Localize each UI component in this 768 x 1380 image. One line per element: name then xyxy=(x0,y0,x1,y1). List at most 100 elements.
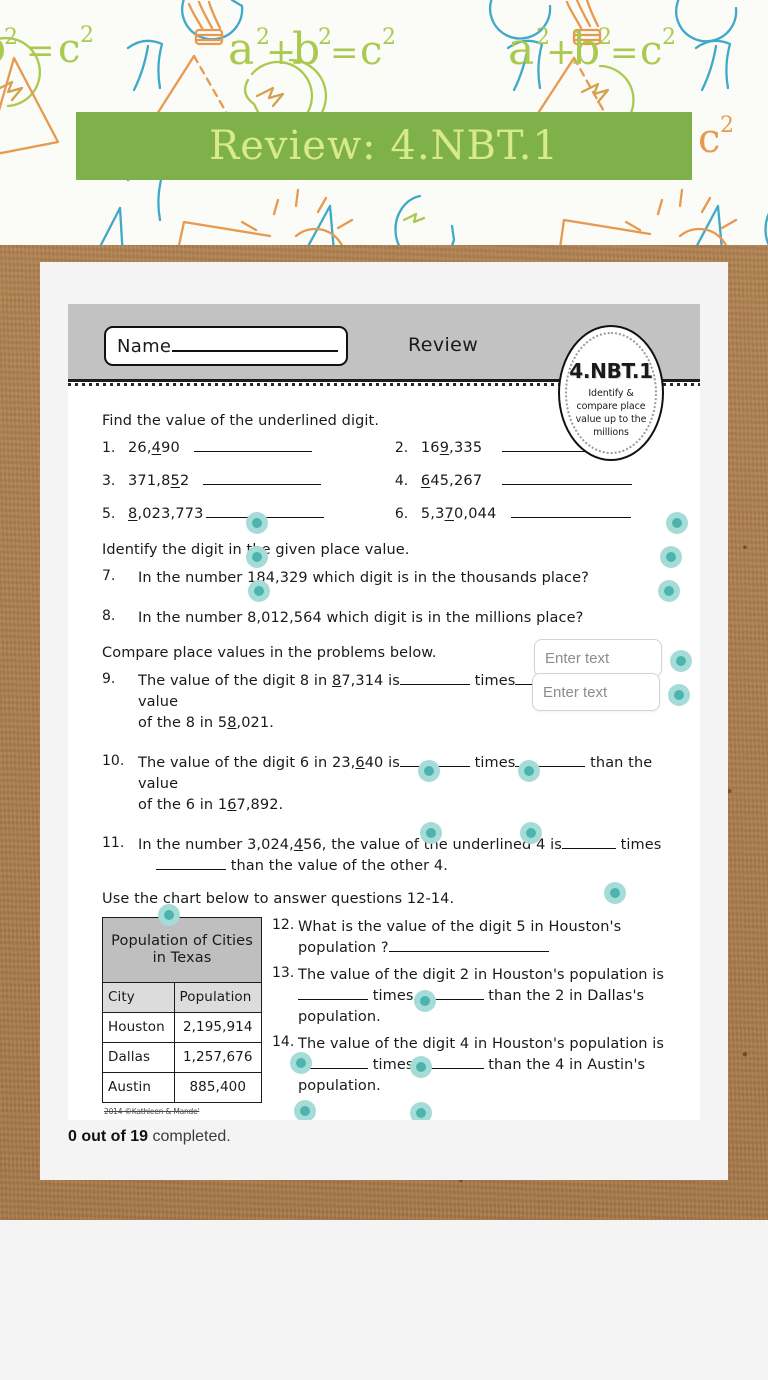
answer-dot-5[interactable] xyxy=(248,580,270,602)
table-row: Houston 2,195,914 xyxy=(102,1011,263,1043)
column-header-population: Population xyxy=(173,981,263,1013)
problem-number: 13. xyxy=(272,965,295,981)
problem-8: 8. In the number 8,012,564 which digit i… xyxy=(102,608,678,629)
worksheet-body: Find the value of the underlined digit. … xyxy=(68,387,700,1116)
svg-text:2: 2 xyxy=(80,23,94,48)
population-chart-area: Population of Cities in Texas City Popul… xyxy=(102,917,678,1116)
svg-text:2: 2 xyxy=(382,25,396,50)
answer-dot-13a[interactable] xyxy=(290,1052,312,1074)
section-4-heading: Use the chart below to answer questions … xyxy=(102,891,455,907)
population-table: Population of Cities in Texas City Popul… xyxy=(102,917,263,1104)
problem-12: 12. What is the value of the digit 5 in … xyxy=(272,917,678,959)
name-label: Name xyxy=(117,335,172,357)
problem-text: In the number 184,329 which digit is in … xyxy=(138,570,589,586)
standard-badge-inner: 4.NBT.1 Identify & compare place value u… xyxy=(565,332,657,454)
answer-dot-2[interactable] xyxy=(666,512,688,534)
answer-dot-10b[interactable] xyxy=(520,822,542,844)
problem-4: 4. 645,267 xyxy=(395,472,678,489)
worksheet-subtitle: Review xyxy=(408,334,479,356)
copyright-credit: 2014 ©Kathleen & Mande' xyxy=(104,1107,200,1116)
table-row: Dallas 1,257,676 xyxy=(102,1041,263,1073)
answer-blank[interactable] xyxy=(510,505,631,518)
svg-text:c: c xyxy=(58,26,80,72)
lesson-title-banner: Review: 4.NBT.1 xyxy=(76,112,692,180)
cell-population: 1,257,676 xyxy=(173,1041,263,1073)
problem-value: 26,490 xyxy=(128,440,180,456)
answer-dot-9a[interactable] xyxy=(418,760,440,782)
completion-count: 0 out of 19 xyxy=(68,1128,149,1145)
problem-value: 371,852 xyxy=(128,473,190,489)
problem-14: 14. The value of the digit 4 in Houston'… xyxy=(272,1034,678,1097)
answer-dot-14b[interactable] xyxy=(410,1102,432,1120)
answer-dot-11b[interactable] xyxy=(158,904,180,926)
answer-dot-10a[interactable] xyxy=(420,822,442,844)
answer-dot-1[interactable] xyxy=(246,512,268,534)
problem-number: 5. xyxy=(102,506,116,522)
problem-value: 5,370,044 xyxy=(420,506,497,522)
answer-blank[interactable] xyxy=(502,472,633,485)
answer-blank[interactable] xyxy=(399,672,470,685)
svg-text:2: 2 xyxy=(720,113,734,138)
problem-number: 4. xyxy=(394,473,409,489)
answer-blank[interactable] xyxy=(203,472,322,485)
answer-dot-4[interactable] xyxy=(660,546,682,568)
completion-suffix: completed. xyxy=(148,1128,231,1145)
completion-status: 0 out of 19 completed. xyxy=(68,1128,231,1146)
answer-input-7[interactable]: Enter text xyxy=(534,639,662,677)
problem-number: 9. xyxy=(102,671,116,687)
cell-population: 2,195,914 xyxy=(173,1011,263,1043)
problem-text: The value of the digit 2 in Houston's po… xyxy=(298,967,665,1025)
answer-dot-13b[interactable] xyxy=(410,1056,432,1078)
answer-dot-7[interactable] xyxy=(670,650,692,672)
problem-value: 645,267 xyxy=(420,473,483,489)
svg-text:=: = xyxy=(26,31,55,71)
problem-text: The value of the digit 4 in Houston's po… xyxy=(298,1036,665,1094)
problem-number: 8. xyxy=(102,608,116,624)
problem-number: 10. xyxy=(102,753,125,769)
standard-badge: 4.NBT.1 Identify & compare place value u… xyxy=(558,325,664,461)
svg-text:c: c xyxy=(698,116,720,162)
answer-dot-6[interactable] xyxy=(658,580,680,602)
standard-description: Identify & compare place value up to the… xyxy=(575,388,647,438)
table-title: Population of Cities in Texas xyxy=(102,917,262,983)
problem-number: 12. xyxy=(272,917,295,933)
svg-text:b: b xyxy=(572,24,600,75)
svg-text:b: b xyxy=(292,24,320,75)
problem-number: 11. xyxy=(102,835,125,851)
answer-blank[interactable] xyxy=(388,939,549,952)
lesson-title: Review: 4.NBT.1 xyxy=(209,123,559,169)
answer-dot-14a[interactable] xyxy=(294,1100,316,1120)
svg-text:=: = xyxy=(330,33,359,73)
name-field[interactable]: Name xyxy=(104,326,348,366)
answer-blank[interactable] xyxy=(298,987,368,1000)
standard-code: 4.NBT.1 xyxy=(569,359,653,383)
svg-text:2: 2 xyxy=(662,25,676,50)
table-header-row: City Population xyxy=(102,981,263,1013)
cell-city: Austin xyxy=(102,1071,175,1104)
problem-number: 1. xyxy=(102,440,116,456)
problem-text: The value of the digit 6 in 23,640 is ti… xyxy=(138,755,653,813)
cell-population: 885,400 xyxy=(173,1071,263,1104)
answer-dot-8[interactable] xyxy=(668,684,690,706)
problem-text: What is the value of the digit 5 in Hous… xyxy=(298,919,622,956)
problem-number: 6. xyxy=(394,506,409,522)
svg-text:a: a xyxy=(508,24,534,75)
problem-value: 8,023,773 xyxy=(128,506,204,522)
svg-text:a: a xyxy=(228,24,254,75)
problem-row: 3. 371,852 4. 645,267 xyxy=(102,472,678,489)
answer-blank[interactable] xyxy=(156,857,226,870)
answer-dot-12[interactable] xyxy=(414,990,436,1012)
problem-number: 2. xyxy=(394,440,409,456)
answer-dot-9b[interactable] xyxy=(518,760,540,782)
table-title-row: Population of Cities in Texas xyxy=(102,917,262,983)
svg-text:c: c xyxy=(360,28,382,74)
answer-blank[interactable] xyxy=(561,836,616,849)
answer-dot-3[interactable] xyxy=(246,546,268,568)
worksheet: Name Review 4.NBT.1 Identify & compare p… xyxy=(68,304,700,1120)
answer-dot-11a[interactable] xyxy=(604,882,626,904)
problem-11: 11. In the number 3,024,456, the value o… xyxy=(102,835,678,877)
svg-text:2: 2 xyxy=(4,25,18,50)
answer-blank[interactable] xyxy=(193,439,312,452)
answer-input-8[interactable]: Enter text xyxy=(532,673,660,711)
problem-1: 1. 26,490 xyxy=(102,439,395,456)
